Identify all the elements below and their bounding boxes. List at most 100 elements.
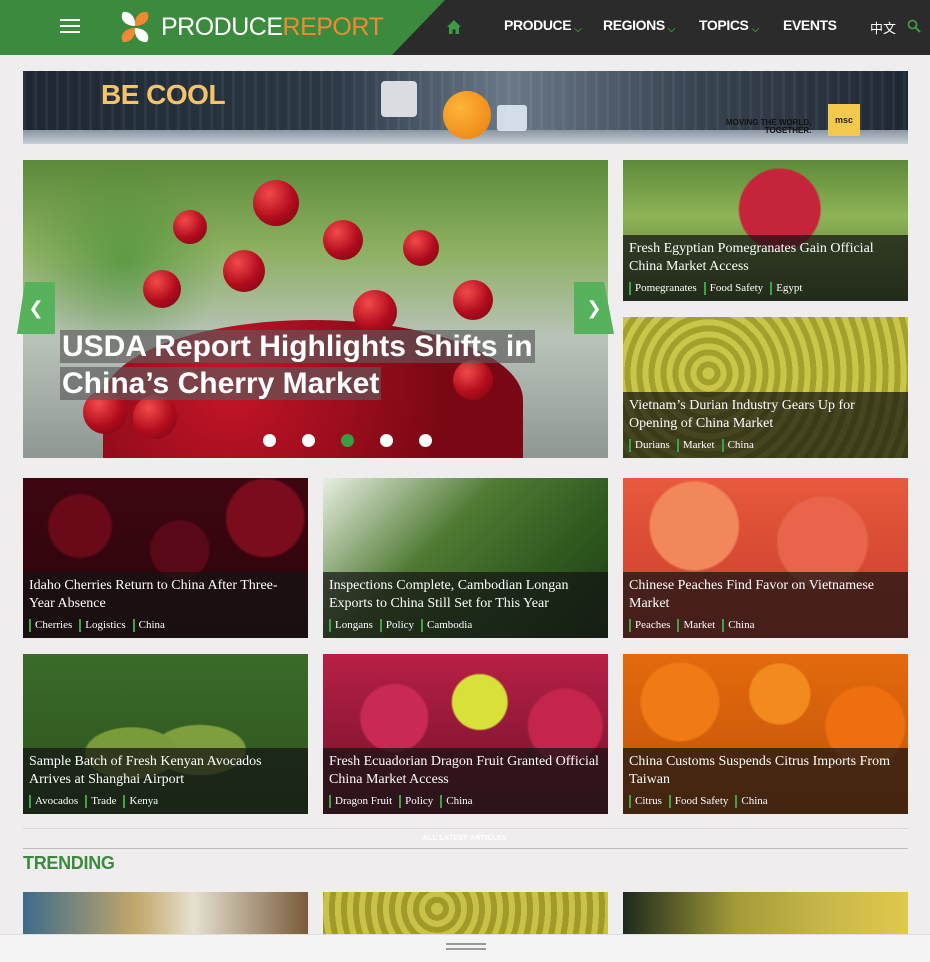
logo-leaf-icon: [121, 11, 149, 43]
tag-link[interactable]: Cambodia: [421, 619, 472, 632]
banner-tagline-line2: TOGETHER.: [764, 126, 812, 135]
nav-regions-label: REGIONS: [603, 17, 665, 33]
story-tags: Peaches Market China: [629, 619, 754, 632]
tag-link[interactable]: Market: [677, 619, 715, 632]
story-card-longan[interactable]: Inspections Complete, Cambodian Longan E…: [323, 478, 608, 638]
story-caption: Inspections Complete, Cambodian Longan E…: [323, 572, 608, 638]
story-title[interactable]: Fresh Egyptian Pomegranates Gain Officia…: [629, 240, 902, 276]
msc-logo: msc: [828, 104, 860, 136]
story-tags: Durians Market China: [629, 439, 754, 452]
banner-headline: BE COOL: [101, 79, 226, 110]
drawer-handle-icon[interactable]: [446, 943, 486, 953]
trending-heading: TRENDING: [23, 853, 115, 873]
story-title[interactable]: China Customs Suspends Citrus Imports Fr…: [629, 753, 902, 789]
story-card-citrus[interactable]: China Customs Suspends Citrus Imports Fr…: [623, 654, 908, 814]
home-icon[interactable]: [446, 19, 462, 35]
slider-dot-2[interactable]: [302, 434, 315, 447]
slider-next-button[interactable]: ❯: [574, 282, 614, 334]
chevron-right-icon: ❯: [586, 297, 602, 319]
chevron-down-icon: ⌵: [751, 24, 759, 35]
site-logo[interactable]: PRODUCEREPORT: [117, 8, 384, 46]
search-icon[interactable]: [907, 19, 921, 33]
tag-link[interactable]: Avocados: [29, 795, 78, 808]
tag-link[interactable]: Pomegranates: [629, 282, 697, 295]
banner-device-image: [381, 81, 417, 117]
hero-title[interactable]: USDA Report Highlights Shifts in China’s…: [60, 328, 535, 402]
nav-regions[interactable]: REGIONS ⌵: [603, 17, 675, 35]
tag-link[interactable]: Food Safety: [668, 795, 728, 808]
story-title[interactable]: Idaho Cherries Return to China After Thr…: [29, 577, 302, 613]
top-navigation-bar: PRODUCEREPORT PRODUCE ⌵ REGIONS ⌵ TOPICS ⌵ …: [0, 0, 930, 55]
tag-link[interactable]: Policy: [399, 795, 433, 808]
story-caption: China Customs Suspends Citrus Imports Fr…: [623, 748, 908, 814]
story-caption: Fresh Ecuadorian Dragon Fruit Granted Of…: [323, 748, 608, 814]
tag-link[interactable]: Logistics: [79, 619, 126, 632]
tag-link[interactable]: Food Safety: [703, 282, 763, 295]
slider-dot-1[interactable]: [263, 434, 276, 447]
nav-events[interactable]: EVENTS: [783, 17, 837, 33]
tag-link[interactable]: Durians: [629, 439, 670, 452]
story-caption: Idaho Cherries Return to China After Thr…: [23, 572, 308, 638]
tag-link[interactable]: Policy: [379, 619, 414, 632]
trending-story-image-3[interactable]: [623, 892, 908, 934]
tag-link[interactable]: Dragon Fruit: [329, 795, 392, 808]
tag-link[interactable]: China: [722, 619, 754, 632]
tag-link[interactable]: China: [132, 619, 165, 632]
all-latest-articles-link[interactable]: ALL LATEST ARTICLES: [0, 835, 930, 842]
story-card-durian[interactable]: Vietnam’s Durian Industry Gears Up for O…: [623, 317, 908, 458]
nav-produce-label: PRODUCE: [504, 17, 572, 33]
story-tags: Avocados Trade Kenya: [29, 795, 158, 808]
story-tags: Longans Policy Cambodia: [329, 619, 472, 632]
story-card-peaches[interactable]: Chinese Peaches Find Favor on Vietnamese…: [623, 478, 908, 638]
tag-link[interactable]: China: [721, 439, 754, 452]
tag-link[interactable]: China: [735, 795, 768, 808]
story-card-dragon-fruit[interactable]: Fresh Ecuadorian Dragon Fruit Granted Of…: [323, 654, 608, 814]
story-card-idaho-cherries[interactable]: Idaho Cherries Return to China After Thr…: [23, 478, 308, 638]
hero-slider[interactable]: USDA Report Highlights Shifts in China’s…: [23, 160, 608, 458]
story-tags: Pomegranates Food Safety Egypt: [629, 282, 802, 295]
tag-link[interactable]: Trade: [85, 795, 116, 808]
story-tags: Dragon Fruit Policy China: [329, 795, 473, 808]
tag-link[interactable]: Longans: [329, 619, 373, 632]
nav-events-label: EVENTS: [783, 17, 837, 33]
language-switch[interactable]: 中文: [870, 18, 896, 37]
chevron-down-icon: ⌵: [574, 24, 582, 35]
nav-topics[interactable]: TOPICS ⌵: [699, 17, 759, 35]
hero-title-line2: China’s Cherry Market: [60, 367, 382, 400]
tag-link[interactable]: China: [440, 795, 473, 808]
story-caption: Sample Batch of Fresh Kenyan Avocados Ar…: [23, 748, 308, 814]
banner-tagline: MOVING THE WORLD, TOGETHER.: [726, 119, 811, 135]
story-title[interactable]: Sample Batch of Fresh Kenyan Avocados Ar…: [29, 753, 302, 789]
story-card-pomegranates[interactable]: Fresh Egyptian Pomegranates Gain Officia…: [623, 160, 908, 301]
story-tags: Citrus Food Safety China: [629, 795, 768, 808]
story-caption: Chinese Peaches Find Favor on Vietnamese…: [623, 572, 908, 638]
story-caption: Vietnam’s Durian Industry Gears Up for O…: [623, 392, 908, 458]
slider-dot-5[interactable]: [419, 434, 432, 447]
tag-link[interactable]: Citrus: [629, 795, 662, 808]
tag-link[interactable]: Peaches: [629, 619, 670, 632]
trending-story-image-1[interactable]: [23, 892, 308, 934]
tag-link[interactable]: Egypt: [770, 282, 802, 295]
story-title[interactable]: Vietnam’s Durian Industry Gears Up for O…: [629, 397, 902, 433]
site-logo-text: PRODUCEREPORT: [161, 12, 384, 41]
banner-orange-image: [443, 91, 491, 139]
slider-dot-3[interactable]: [341, 434, 354, 447]
story-title[interactable]: Chinese Peaches Find Favor on Vietnamese…: [629, 577, 902, 613]
story-title[interactable]: Inspections Complete, Cambodian Longan E…: [329, 577, 602, 613]
story-caption: Fresh Egyptian Pomegranates Gain Officia…: [623, 235, 908, 301]
divider: [23, 828, 908, 829]
advertisement-banner[interactable]: BE COOL MOVING THE WORLD, TOGETHER. msc: [23, 71, 908, 144]
story-tags: Cherries Logistics China: [29, 619, 165, 632]
hamburger-menu-icon[interactable]: [60, 19, 80, 35]
trending-story-image-2[interactable]: [323, 892, 608, 934]
divider: [23, 848, 908, 849]
tag-link[interactable]: Market: [676, 439, 715, 452]
story-title[interactable]: Fresh Ecuadorian Dragon Fruit Granted Of…: [329, 753, 602, 789]
slider-dots: [263, 434, 432, 447]
nav-topics-label: TOPICS: [699, 17, 749, 33]
slider-dot-4[interactable]: [380, 434, 393, 447]
nav-produce[interactable]: PRODUCE ⌵: [504, 17, 582, 35]
story-card-avocados[interactable]: Sample Batch of Fresh Kenyan Avocados Ar…: [23, 654, 308, 814]
tag-link[interactable]: Kenya: [123, 795, 158, 808]
tag-link[interactable]: Cherries: [29, 619, 72, 632]
